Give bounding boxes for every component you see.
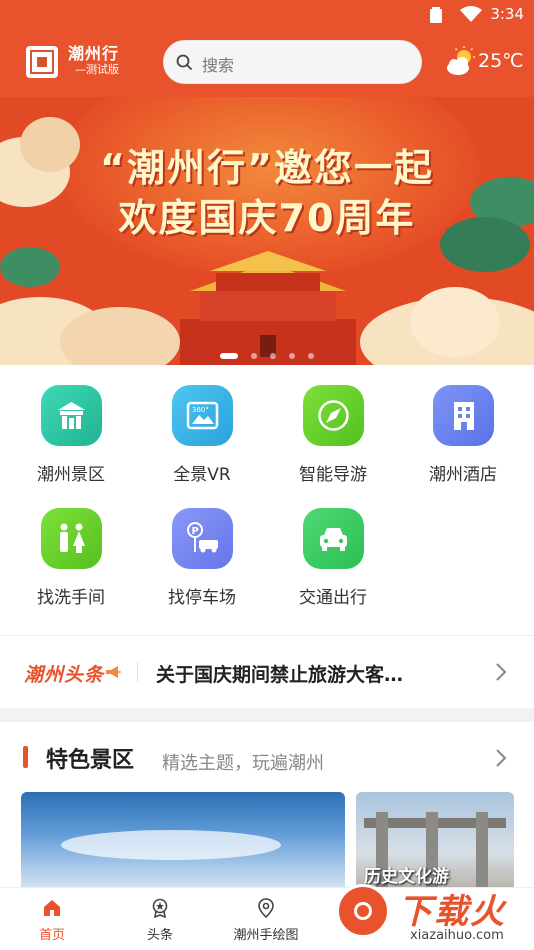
tab-label: 首页: [38, 928, 65, 943]
wifi-icon: [460, 6, 482, 22]
search-placeholder: 搜索: [202, 56, 235, 75]
gate-icon: [41, 385, 102, 446]
service-restroom[interactable]: 找洗手间: [6, 488, 136, 608]
banner-dot[interactable]: [289, 352, 296, 359]
app-bar: 潮州行 —测试版 搜索 25℃: [0, 30, 534, 97]
service-label: 全景VR: [173, 465, 231, 485]
restroom-icon: [41, 508, 102, 569]
watermark-logo: 下载火 xiazaihuo.com: [314, 878, 534, 949]
tab-label: 头条: [146, 928, 173, 943]
banner-dot[interactable]: [308, 352, 315, 359]
hotel-building-icon: [433, 385, 494, 446]
scenic-card-history[interactable]: 历史文化游: [356, 792, 514, 892]
status-time: 3:34: [490, 5, 524, 23]
tab-handdrawn-map[interactable]: 潮州手绘图: [214, 888, 318, 950]
svg-text:P: P: [192, 526, 199, 537]
service-label: 智能导游: [299, 465, 367, 485]
service-label: 找停车场: [168, 588, 236, 608]
battery-icon: [430, 7, 442, 23]
watermark-url: xiazaihuo.com: [410, 928, 504, 943]
news-ticker[interactable]: 潮州头条 关于国庆期间禁止旅游大客…: [0, 636, 534, 708]
scenic-card-sky[interactable]: [21, 792, 345, 892]
megaphone-icon: [106, 666, 121, 678]
section-gap: [0, 708, 534, 722]
brand-subtitle: —测试版: [75, 63, 120, 76]
search-icon: [176, 54, 192, 70]
service-scenic-spots[interactable]: 潮州景区: [6, 365, 136, 485]
headline-medal-icon: [152, 898, 168, 918]
service-vr[interactable]: 360° 全景VR: [137, 365, 267, 485]
service-transport[interactable]: 交通出行: [268, 488, 398, 608]
compass-icon: [303, 385, 364, 446]
header: 3:34 潮州行 —测试版 搜索 25℃: [0, 0, 534, 97]
news-tag: 潮州头条: [24, 664, 105, 686]
banner-dot[interactable]: [270, 352, 276, 359]
service-parking[interactable]: P 找停车场: [137, 488, 267, 608]
parking-icon: P: [172, 508, 233, 569]
status-bar: 3:34: [0, 0, 534, 30]
svg-text:360°: 360°: [192, 406, 209, 414]
service-hotel[interactable]: 潮州酒店: [398, 365, 528, 485]
tab-home[interactable]: 首页: [0, 888, 104, 950]
service-label: 交通出行: [299, 588, 367, 608]
brand-name: 潮州行: [68, 44, 120, 63]
banner-headline-1: “潮州行”邀您一起: [100, 146, 434, 190]
tab-headlines[interactable]: 头条: [108, 888, 212, 950]
download-icon: [336, 884, 390, 938]
banner-pagination: [0, 345, 534, 364]
section-subtitle: 精选主题，玩遍潮州: [162, 753, 324, 774]
chevron-right-icon[interactable]: [494, 748, 508, 768]
news-headline[interactable]: 关于国庆期间禁止旅游大客…: [156, 660, 456, 687]
service-label: 潮州景区: [37, 465, 105, 485]
banner-headline-2: 欢度国庆70周年: [118, 196, 416, 240]
divider: [137, 662, 138, 682]
home-icon: [44, 900, 60, 916]
vr-360-icon: 360°: [172, 385, 233, 446]
service-label: 找洗手间: [37, 588, 105, 608]
banner-dot[interactable]: [250, 352, 257, 359]
tab-label: 潮州手绘图: [233, 928, 299, 943]
section-accent-bar: [23, 746, 28, 768]
service-smart-guide[interactable]: 智能导游: [268, 365, 398, 485]
app-logo[interactable]: [26, 46, 58, 78]
banner-dot[interactable]: [219, 352, 238, 359]
promo-banner[interactable]: “潮州行”邀您一起 欢度国庆70周年: [0, 97, 534, 365]
chevron-right-icon[interactable]: [494, 662, 508, 682]
section-title: 特色景区: [46, 748, 135, 773]
search-input[interactable]: 搜索: [163, 40, 422, 84]
featured-section: 特色景区 精选主题，玩遍潮州 历史文化游: [0, 722, 534, 892]
watermark-text: 下载火: [398, 892, 506, 932]
brand: 潮州行 —测试版: [68, 45, 119, 77]
map-pin-icon: [258, 898, 274, 918]
service-grid: 潮州景区 360° 全景VR 智能导游 潮州酒店 找洗手间 P 找停车场 交通出…: [0, 365, 534, 635]
service-label: 潮州酒店: [429, 465, 497, 485]
weather-icon[interactable]: [444, 46, 476, 78]
car-icon: [303, 508, 364, 569]
temperature[interactable]: 25℃: [478, 50, 524, 72]
